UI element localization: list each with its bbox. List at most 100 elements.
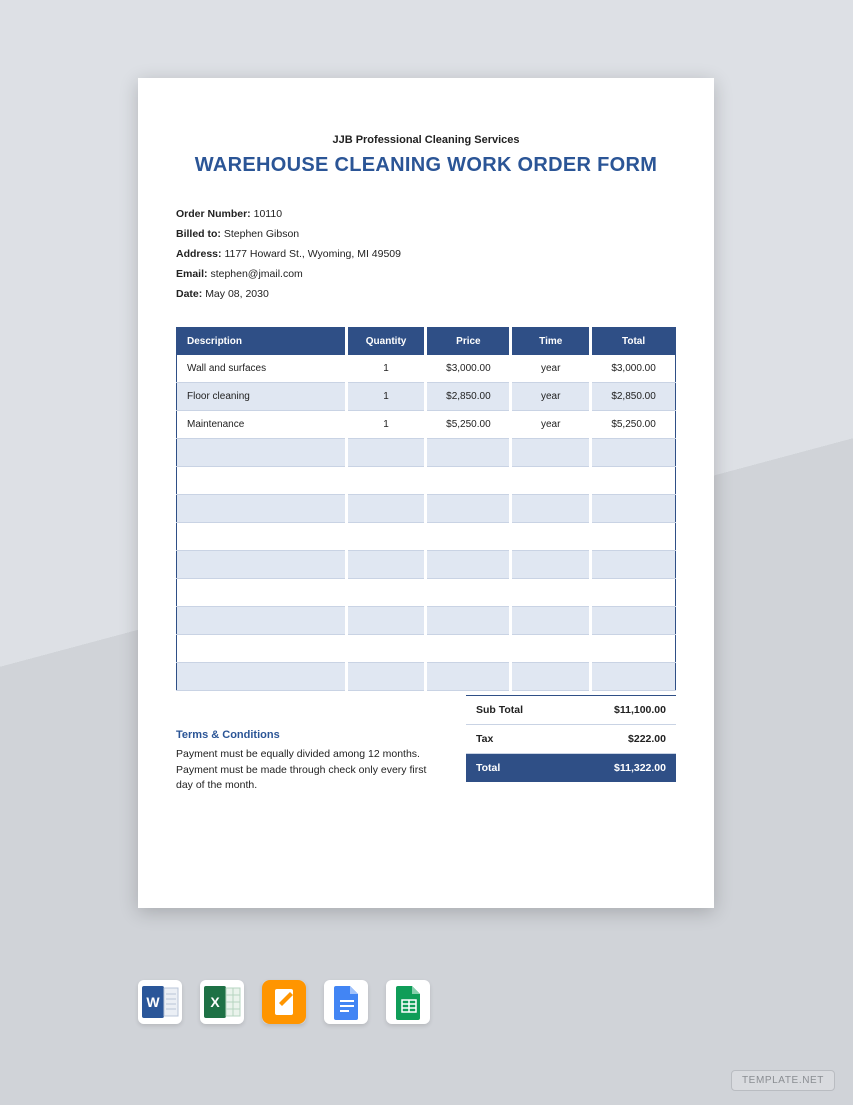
table-row-empty [177,495,676,523]
cell-price: $5,250.00 [426,411,511,439]
watermark: TEMPLATE.NET [731,1070,835,1091]
excel-icon[interactable]: X [200,980,244,1024]
order-number-value: 10110 [254,208,282,220]
cell-qty: 1 [346,383,426,411]
cell-total: $5,250.00 [591,411,676,439]
cell-empty [511,467,591,495]
date-label: Date: [176,288,202,300]
col-description: Description [177,327,347,355]
cell-empty [591,551,676,579]
address-label: Address: [176,248,222,260]
cell-empty [177,439,347,467]
address-value: 1177 Howard St., Wyoming, MI 49509 [224,248,401,260]
terms-line-2: Payment must be made through check only … [176,763,446,791]
table-row-empty [177,523,676,551]
page-title: WAREHOUSE CLEANING WORK ORDER FORM [176,154,676,177]
cell-empty [426,579,511,607]
cell-empty [591,495,676,523]
order-meta: Order Number: 10110 Billed to: Stephen G… [176,205,676,305]
cell-empty [426,635,511,663]
cell-empty [426,663,511,691]
table-row-empty [177,439,676,467]
google-sheets-icon[interactable] [386,980,430,1024]
cell-empty [346,579,426,607]
total-label: Total [476,762,614,774]
cell-empty [177,495,347,523]
cell-empty [591,635,676,663]
table-row-empty [177,607,676,635]
cell-empty [511,495,591,523]
svg-text:X: X [210,994,220,1010]
cell-empty [511,607,591,635]
cell-empty [426,439,511,467]
tax-row: Tax $222.00 [466,725,676,754]
cell-price: $2,850.00 [426,383,511,411]
svg-text:W: W [146,994,160,1010]
table-row: Wall and surfaces1$3,000.00year$3,000.00 [177,355,676,383]
cell-empty [177,635,347,663]
col-total: Total [591,327,676,355]
cell-empty [346,467,426,495]
cell-empty [591,607,676,635]
cell-desc: Maintenance [177,411,347,439]
cell-total: $2,850.00 [591,383,676,411]
cell-empty [511,551,591,579]
total-row: Total $11,322.00 [466,754,676,782]
col-time: Time [511,327,591,355]
cell-empty [426,495,511,523]
cell-empty [426,467,511,495]
cell-total: $3,000.00 [591,355,676,383]
cell-empty [511,663,591,691]
cell-empty [426,551,511,579]
word-icon[interactable]: W [138,980,182,1024]
cell-empty [177,467,347,495]
line-items-table: Description Quantity Price Time Total Wa… [176,327,676,692]
table-row-empty [177,579,676,607]
cell-empty [511,523,591,551]
cell-qty: 1 [346,355,426,383]
cell-desc: Wall and surfaces [177,355,347,383]
cell-empty [177,523,347,551]
order-number-label: Order Number: [176,208,251,220]
cell-time: year [511,383,591,411]
google-docs-icon[interactable] [324,980,368,1024]
total-value: $11,322.00 [614,762,666,774]
cell-empty [346,523,426,551]
cell-empty [511,635,591,663]
subtotal-row: Sub Total $11,100.00 [466,696,676,725]
cell-empty [426,607,511,635]
cell-qty: 1 [346,411,426,439]
table-row-empty [177,663,676,691]
tax-label: Tax [476,733,628,745]
table-header-row: Description Quantity Price Time Total [177,327,676,355]
cell-empty [177,663,347,691]
email-value: stephen@jmail.com [210,268,302,280]
email-label: Email: [176,268,208,280]
cell-empty [346,635,426,663]
cell-price: $3,000.00 [426,355,511,383]
cell-empty [177,551,347,579]
totals-block: Sub Total $11,100.00 Tax $222.00 Total $… [466,695,676,794]
cell-empty [591,523,676,551]
col-quantity: Quantity [346,327,426,355]
cell-empty [177,579,347,607]
format-icons-row: W X [138,980,430,1024]
cell-empty [591,663,676,691]
date-value: May 08, 2030 [205,288,269,300]
cell-time: year [511,411,591,439]
table-row-empty [177,635,676,663]
cell-empty [591,439,676,467]
cell-empty [346,495,426,523]
cell-empty [177,607,347,635]
document-page: JJB Professional Cleaning Services WAREH… [138,78,714,908]
terms-line-1: Payment must be equally divided among 12… [176,747,446,761]
cell-empty [346,439,426,467]
billed-to-value: Stephen Gibson [224,228,299,240]
cell-empty [346,663,426,691]
cell-empty [511,579,591,607]
cell-empty [591,579,676,607]
terms-block: Terms & Conditions Payment must be equal… [176,695,446,794]
cell-desc: Floor cleaning [177,383,347,411]
pages-icon[interactable] [262,980,306,1024]
company-name: JJB Professional Cleaning Services [176,134,676,146]
